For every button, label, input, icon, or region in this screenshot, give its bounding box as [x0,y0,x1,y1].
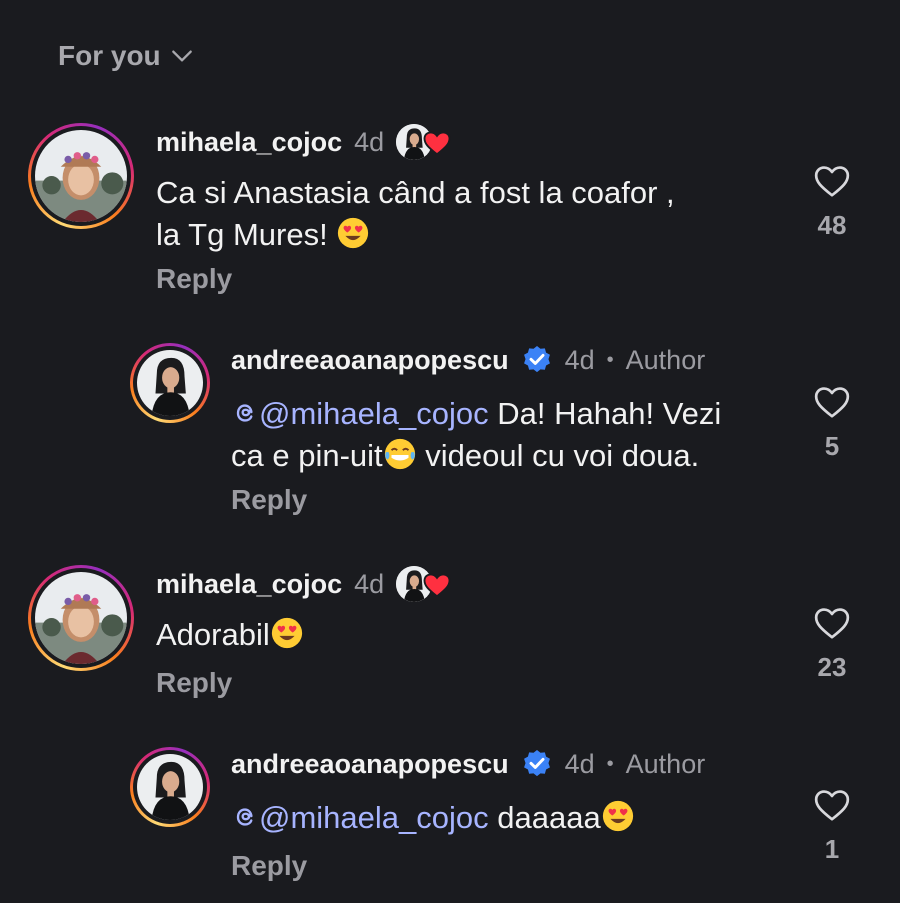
avatar[interactable] [130,747,210,827]
comments-screen: For you mihaela_cojoc 4d Ca si Anastasia… [0,0,900,903]
heart-filled-icon [422,570,452,600]
heart-outline-icon[interactable] [812,162,852,200]
reply-button[interactable]: Reply [231,484,307,516]
mention-link[interactable]: @mihaela_cojoc [231,800,489,835]
heart-outline-icon[interactable] [812,604,852,642]
sort-dropdown[interactable]: For you [58,40,195,72]
verified-badge-icon [521,344,553,376]
comment-text-line: la Tg Mures! [156,217,328,252]
mention-text: @mihaela_cojoc [259,396,489,431]
comment-time: 4d [564,344,595,375]
heart-outline-icon[interactable] [812,383,852,421]
avatar[interactable] [28,565,134,671]
author-tag: Author [625,344,706,375]
reply-button[interactable]: Reply [231,850,307,882]
comment-text: Adorabil [156,614,304,656]
comment-text-line: daaaaa [497,800,601,835]
comment-username[interactable]: andreeaoanapopescu [231,749,509,780]
comment-time: 4d [354,568,385,599]
heart-outline-icon[interactable] [812,786,852,824]
liked-by-author-indicator [396,566,452,602]
comment-text-line: videoul cu voi doua. [416,438,700,473]
comment-text-line: ca e pin-uit [231,438,383,473]
chevron-down-icon [171,50,192,62]
heart-filled-icon [422,128,452,158]
sort-label: For you [58,40,161,71]
like-count: 23 [817,652,847,682]
comment-username[interactable]: mihaela_cojoc [156,127,342,158]
comment-time: 4d [354,126,385,157]
like-column: 1 [810,786,854,865]
like-column: 23 [810,604,854,683]
avatar[interactable] [130,343,210,423]
heart-eyes-emoji-icon [336,216,370,250]
like-column: 5 [810,383,854,462]
like-count: 5 [824,431,840,461]
like-count: 48 [817,210,847,240]
threads-icon [231,399,259,427]
mention-text: @mihaela_cojoc [259,800,489,835]
liked-by-author-indicator [396,124,452,160]
comment-time: 4d [564,748,595,779]
heart-eyes-emoji-icon [270,616,304,650]
verified-badge-icon [521,748,553,780]
threads-icon [231,803,259,831]
separator-dot: • [606,752,614,775]
comment-username[interactable]: mihaela_cojoc [156,569,342,600]
avatar[interactable] [28,123,134,229]
comment-username[interactable]: andreeaoanapopescu [231,345,509,376]
comment-text-line: Adorabil [156,617,270,652]
separator-dot: • [606,348,614,371]
comment-text-line: Ca si Anastasia când a fost la coafor , [156,175,675,210]
like-count: 1 [824,834,840,864]
author-tag: Author [625,748,706,779]
mention-link[interactable]: @mihaela_cojoc [231,396,489,431]
reply-button[interactable]: Reply [156,263,232,295]
tears-of-joy-emoji-icon [383,437,417,471]
reply-button[interactable]: Reply [156,667,232,699]
heart-eyes-emoji-icon [601,799,635,833]
comment-text: @mihaela_cojoc Da! Hahah! Vezi ca e pin-… [231,393,721,477]
comment-text: @mihaela_cojoc daaaaa [231,797,635,839]
comment-text: Ca si Anastasia când a fost la coafor , … [156,172,675,256]
like-column: 48 [810,162,854,241]
comment-text-line: Da! Hahah! Vezi [497,396,722,431]
